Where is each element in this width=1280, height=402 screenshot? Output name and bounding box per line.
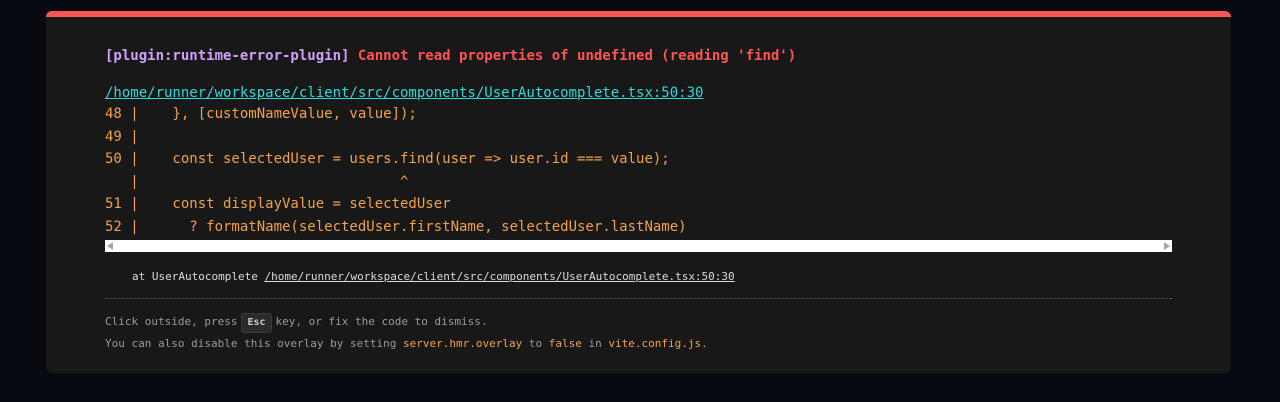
stack-trace: at UserAutocomplete /home/runner/workspa… [132,270,735,283]
code-line: 50 | const selectedUser = users.find(use… [105,151,670,167]
code-line: 52 | ? formatName(selectedUser.firstName… [105,218,687,235]
stack-prefix: at UserAutocomplete [132,270,258,283]
error-file-link[interactable]: /home/runner/workspace/client/src/compon… [105,85,703,101]
code-line: 51 | const displayValue = selectedUser [105,196,451,212]
code-line: 49 | [105,128,139,145]
code-line: 48 | }, [customNameValue, value]); [105,106,417,122]
stack-file-link[interactable]: /home/runner/workspace/client/src/compon… [264,270,734,283]
dismiss-tip: Click outside, press Esc key, or fix the c… [105,313,487,333]
config-option: server.hmr.overlay [403,337,523,350]
divider [105,298,1172,299]
tip-text: key, or fix the code to dismiss. [275,315,488,328]
code-line: | ^ [105,173,409,190]
tip-text: to [528,337,543,350]
config-file: vite.config.js [608,337,702,350]
error-overlay: [plugin:runtime-error-plugin] Cannot rea… [46,11,1231,373]
plugin-name: [plugin:runtime-error-plugin] [105,48,350,64]
scroll-left-icon[interactable] [107,242,113,250]
tip-text: in [588,337,602,350]
tip-text: You can also disable this overlay by set… [105,337,397,350]
config-value: false [548,337,582,350]
error-message: [plugin:runtime-error-plugin] Cannot rea… [105,48,796,64]
config-tip: You can also disable this overlay by set… [105,337,708,350]
tip-text: . [701,337,708,350]
code-frame: 48 | }, [customNameValue, value]); 49 | … [105,103,1172,239]
horizontal-scrollbar[interactable] [105,240,1172,252]
esc-key: Esc [241,313,272,333]
tip-text: Click outside, press [105,315,238,328]
error-text: Cannot read properties of undefined (rea… [357,48,797,64]
scroll-right-icon[interactable] [1164,242,1170,250]
